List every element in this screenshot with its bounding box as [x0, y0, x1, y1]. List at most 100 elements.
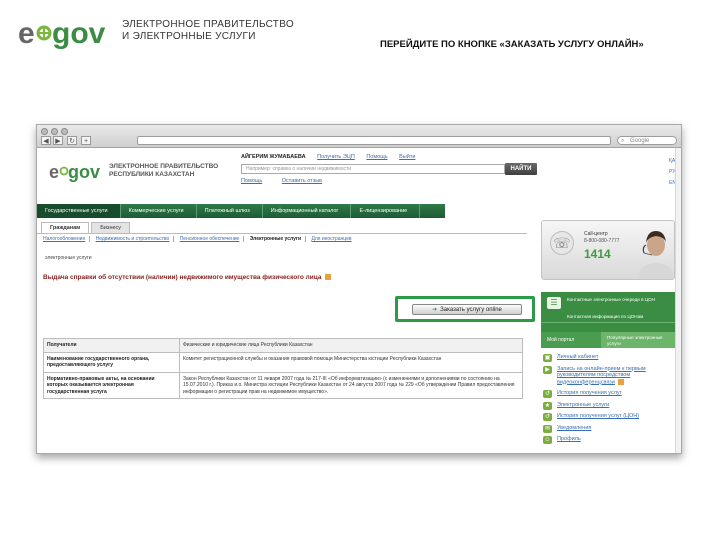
- call-center-label: Call-центр: [584, 231, 608, 237]
- popular-services-link[interactable]: Популярные электронные услуги: [601, 332, 675, 348]
- site-search-placeholder: Например: справка о наличии недвижимости: [246, 166, 352, 172]
- get-signature-link[interactable]: Получить ЭЦП: [317, 153, 355, 161]
- category-link[interactable]: Для иностранцев: [311, 236, 355, 242]
- table-cell-label: Получатели: [43, 338, 180, 353]
- find-button[interactable]: НАЙТИ: [505, 163, 537, 175]
- search-links: Помощь Оставить отзыв: [241, 178, 340, 184]
- tab-citizens[interactable]: Гражданам: [41, 222, 90, 233]
- operator-avatar: [639, 231, 673, 279]
- green-bottom-row: Мой портал Популярные электронные услуги: [541, 332, 675, 348]
- nav-info-catalog[interactable]: Информационный каталог: [263, 204, 352, 218]
- table-row: Получатели Физические и юридические лица…: [43, 338, 523, 353]
- back-icon[interactable]: ◀: [41, 136, 51, 145]
- slide-instruction: ПЕРЕЙДИТЕ ПО КНОПКЕ «ЗАКАЗАТЬ УСЛУГУ ОНЛ…: [380, 39, 644, 50]
- feedback-link[interactable]: Оставить отзыв: [282, 178, 322, 184]
- service-center-block: ☰ Контактные электронные очереди в ЦОН К…: [541, 292, 675, 348]
- svg-text:e: e: [49, 162, 59, 182]
- svg-text:gov: gov: [52, 17, 106, 50]
- sidebar-item-notifications[interactable]: ✉ Уведомления: [543, 424, 675, 433]
- nav-payment-gateway[interactable]: Платежный шлюз: [197, 204, 263, 218]
- sidebar-item-label: Личный кабинет: [557, 354, 599, 360]
- breadcrumb: электронные услуги: [45, 255, 92, 261]
- slide: e gov ЭЛЕКТРОННОЕ ПРАВИТЕЛЬСТВО И ЭЛЕКТР…: [0, 0, 720, 540]
- video-icon: ▶: [543, 365, 552, 374]
- close-window-icon[interactable]: [41, 128, 48, 135]
- table-cell-value: Комитет регистрационной службы и оказани…: [179, 351, 523, 373]
- service-title-text: Выдача справки об отсутствии (наличии) н…: [43, 274, 322, 281]
- my-portal-link[interactable]: Мой портал: [541, 332, 601, 348]
- page-content: e gov ЭЛЕКТРОННОЕ ПРАВИТЕЛЬСТВО РЕСПУБЛИ…: [37, 148, 681, 453]
- slide-heading: ЭЛЕКТРОННОЕ ПРАВИТЕЛЬСТВО И ЭЛЕКТРОННЫЕ …: [122, 19, 294, 43]
- search-help-link[interactable]: Помощь: [241, 178, 262, 184]
- egov-logo: e gov: [18, 17, 106, 50]
- reload-icon[interactable]: ↻: [67, 136, 77, 145]
- tab-business[interactable]: Бизнесу: [91, 222, 131, 233]
- sidebar-item-e-services[interactable]: ★ Электронные услуги: [543, 401, 675, 410]
- contact-info-link[interactable]: Контактная информация по ЦОНам: [567, 314, 671, 320]
- svg-text:gov: gov: [68, 162, 100, 182]
- sidebar-item-history[interactable]: ↺ История получения услуг: [543, 390, 675, 399]
- browser-search-placeholder: Google: [630, 138, 650, 144]
- category-link[interactable]: Недвижимость и строительство: [96, 236, 175, 242]
- call-center-banner[interactable]: ☏ Call-центр 8-800-080-7777 1414: [541, 220, 675, 280]
- order-service-online-button[interactable]: ➜ Заказать услугу online: [412, 304, 522, 315]
- category-link-current[interactable]: Электронные услуги: [250, 236, 307, 242]
- call-center-phone: 8-800-080-7777: [584, 238, 620, 244]
- browser-window: ◀ ▶ ↻ + ⌕ Google e gov ЭЛЕКТРОННОЕ ПРАВИ…: [36, 124, 682, 454]
- site-logo[interactable]: e gov: [49, 160, 103, 182]
- services-icon: ★: [543, 401, 552, 410]
- table-cell-value: Закон Республики Казахстан от 11 января …: [179, 371, 523, 399]
- sidebar-item-label: История получения услуг (ЦОН): [557, 413, 640, 420]
- nav-gov-services[interactable]: Государственные услуги: [37, 204, 121, 218]
- category-links: Налогообложение Недвижимость и строитель…: [43, 236, 360, 242]
- zoom-window-icon[interactable]: [61, 128, 68, 135]
- minimize-window-icon[interactable]: [51, 128, 58, 135]
- table-cell-label: Нормативно-правовые акты, на основании к…: [43, 371, 180, 399]
- call-center-short-number: 1414: [584, 247, 611, 261]
- forward-icon[interactable]: ▶: [53, 136, 63, 145]
- service-info-table: Получатели Физические и юридические лица…: [43, 338, 523, 399]
- table-cell-label: Наименование государственного органа, пр…: [43, 351, 180, 373]
- pdf-icon: [617, 378, 624, 385]
- pdf-icon[interactable]: [325, 274, 332, 281]
- category-link[interactable]: Налогообложение: [43, 236, 91, 242]
- site-title-line2: РЕСПУБЛИКИ КАЗАХСТАН: [109, 171, 195, 178]
- slide-heading-line2: И ЭЛЕКТРОННЫЕ УСЛУГИ: [122, 31, 256, 42]
- search-icon: ⌕: [621, 138, 625, 144]
- table-row: Нормативно-правовые акты, на основании к…: [43, 371, 523, 399]
- queue-icon: ☰: [547, 297, 561, 309]
- user-bar: АЙГЕРИМ ЖУМАБАЕВА Получить ЭЦП Помощь Вы…: [241, 153, 425, 161]
- nav-e-licensing[interactable]: Е-лицензирование: [351, 204, 421, 218]
- phone-icon: ☏: [550, 231, 574, 255]
- address-bar[interactable]: [137, 136, 611, 145]
- site-title-line1: ЭЛЕКТРОННОЕ ПРАВИТЕЛЬСТВО: [109, 163, 219, 170]
- user-name: АЙГЕРИМ ЖУМАБАЕВА: [241, 154, 306, 160]
- logout-link[interactable]: Выйти: [399, 153, 415, 161]
- sidebar-item-label: Уведомления: [557, 424, 592, 431]
- tab-divider: [37, 233, 527, 234]
- sidebar-item-label: Профиль: [557, 436, 581, 443]
- sidebar-item-label: Запись на онлайн-прием к первым руководи…: [557, 365, 646, 385]
- queue-link[interactable]: Контактные электронные очереди в ЦОН: [567, 297, 671, 303]
- category-link[interactable]: Пенсионное обеспечение: [180, 236, 245, 242]
- site-search-input[interactable]: Например: справка о наличии недвижимости: [241, 164, 505, 174]
- nav-commercial-services[interactable]: Коммерческие услуги: [121, 204, 197, 218]
- cabinet-icon: ▣: [543, 354, 552, 362]
- service-title: Выдача справки об отсутствии (наличии) н…: [43, 274, 332, 281]
- browser-search-input[interactable]: ⌕ Google: [617, 136, 677, 145]
- sidebar-item-profile[interactable]: ☺ Профиль: [543, 436, 675, 445]
- con-history-icon: ↺: [543, 413, 552, 422]
- add-tab-icon[interactable]: +: [81, 136, 91, 145]
- notification-icon: ✉: [543, 424, 552, 433]
- order-button-highlight: ➜ Заказать услугу online: [395, 296, 535, 322]
- table-cell-value: Физические и юридические лица Республики…: [179, 338, 523, 353]
- sidebar-item-con-history[interactable]: ↺ История получения услуг (ЦОН): [543, 413, 675, 422]
- sidebar-item-cabinet[interactable]: ▣ Личный кабинет: [543, 354, 675, 362]
- help-link[interactable]: Помощь: [366, 153, 387, 161]
- audience-tabs: Гражданам Бизнесу: [41, 222, 132, 233]
- scrollbar[interactable]: [675, 148, 681, 453]
- sidebar-item-label: Электронные услуги: [557, 401, 610, 408]
- sidebar-item-online-reception[interactable]: ▶ Запись на онлайн-прием к первым руковод…: [543, 365, 675, 386]
- sidebar-links: ▣ Личный кабинет ▶ Запись на онлайн-прием …: [543, 354, 675, 448]
- profile-icon: ☺: [543, 436, 552, 445]
